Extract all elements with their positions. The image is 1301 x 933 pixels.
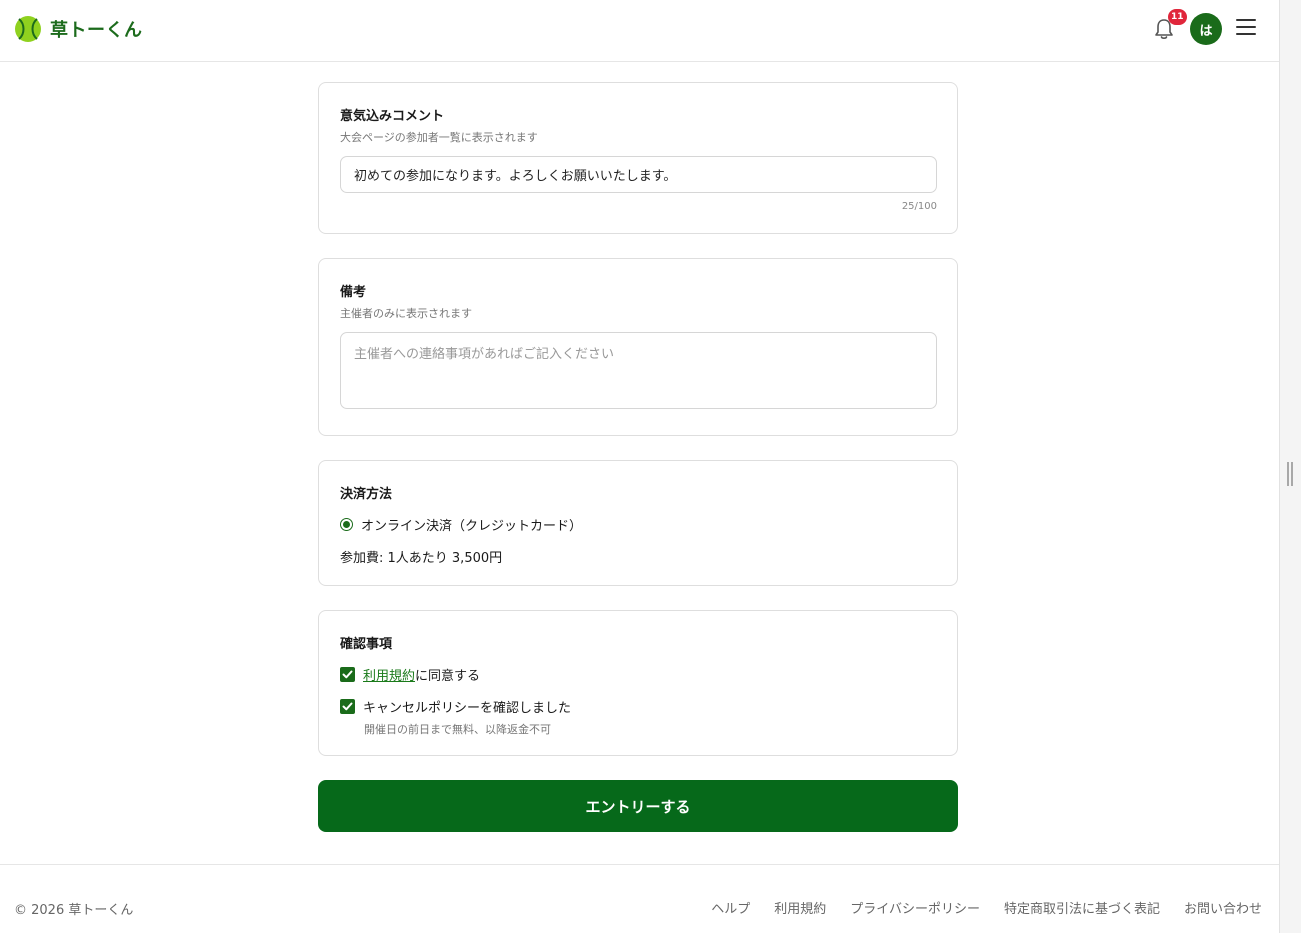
terms-agree-suffix: に同意する — [415, 669, 481, 684]
confirmation-title: 確認事項 — [340, 637, 393, 652]
confirmation-card: 確認事項 利用規約に同意する キャンセルポリシーを確認しました 開催日の前日まで… — [318, 610, 958, 756]
radio-selected-icon[interactable] — [340, 518, 353, 531]
window-edge-gutter — [1279, 0, 1301, 933]
comment-card: 意気込みコメント 大会ページの参加者一覧に表示されます 25/100 — [318, 82, 958, 234]
cancel-policy-label: キャンセルポリシーを確認しました — [363, 701, 572, 716]
footer-link-privacy[interactable]: プライバシーポリシー — [850, 898, 980, 917]
payment-title: 決済方法 — [340, 487, 393, 502]
cancel-policy-row[interactable]: キャンセルポリシーを確認しました — [340, 697, 571, 716]
cancel-policy-note: 開催日の前日まで無料、以降返金不可 — [364, 723, 551, 736]
payment-option-label: オンライン決済（クレジットカード） — [361, 519, 583, 534]
notification-badge: 11 — [1168, 9, 1187, 25]
remarks-textarea[interactable] — [340, 332, 937, 409]
comment-input[interactable] — [340, 156, 937, 193]
comment-title: 意気込みコメント — [340, 109, 445, 124]
footer-link-commercial-law[interactable]: 特定商取引法に基づく表記 — [1004, 898, 1160, 917]
comment-char-counter: 25/100 — [901, 201, 937, 212]
hamburger-menu-icon[interactable] — [1236, 19, 1256, 37]
copyright: © 2026 草トーくん — [14, 903, 134, 918]
terms-link[interactable]: 利用規約 — [363, 669, 415, 684]
checkbox-checked-icon[interactable] — [340, 667, 355, 682]
comment-subtitle: 大会ページの参加者一覧に表示されます — [340, 131, 538, 144]
entry-fee-text: 参加費: 1人あたり 3,500円 — [340, 551, 503, 566]
footer-link-help[interactable]: ヘルプ — [711, 898, 750, 917]
payment-card: 決済方法 オンライン決済（クレジットカード） 参加費: 1人あたり 3,500円 — [318, 460, 958, 586]
avatar[interactable]: は — [1190, 13, 1222, 45]
footer-link-contact[interactable]: お問い合わせ — [1184, 898, 1262, 917]
tennis-ball-icon — [15, 16, 41, 42]
app-header: 草トーくん 11 は — [0, 0, 1279, 62]
page: 草トーくん 11 は 意気込みコメント 大会ページの参加者一覧に表示されます 2… — [0, 0, 1279, 933]
footer: © 2026 草トーくん ヘルプ 利用規約 プライバシーポリシー 特定商取引法に… — [0, 864, 1279, 933]
checkbox-checked-icon[interactable] — [340, 699, 355, 714]
payment-option-online[interactable]: オンライン決済（クレジットカード） — [340, 515, 582, 534]
remarks-title: 備考 — [340, 285, 367, 300]
terms-agree-row[interactable]: 利用規約に同意する — [340, 665, 480, 684]
logo[interactable]: 草トーくん — [14, 15, 143, 43]
resize-handle[interactable] — [1287, 462, 1293, 486]
remarks-card: 備考 主催者のみに表示されます — [318, 258, 958, 436]
entry-submit-button[interactable]: エントリーする — [318, 780, 958, 832]
footer-link-terms[interactable]: 利用規約 — [774, 898, 826, 917]
remarks-subtitle: 主催者のみに表示されます — [340, 307, 472, 320]
app-name: 草トーくん — [50, 20, 143, 41]
footer-links: ヘルプ 利用規約 プライバシーポリシー 特定商取引法に基づく表記 お問い合わせ — [711, 898, 1262, 917]
